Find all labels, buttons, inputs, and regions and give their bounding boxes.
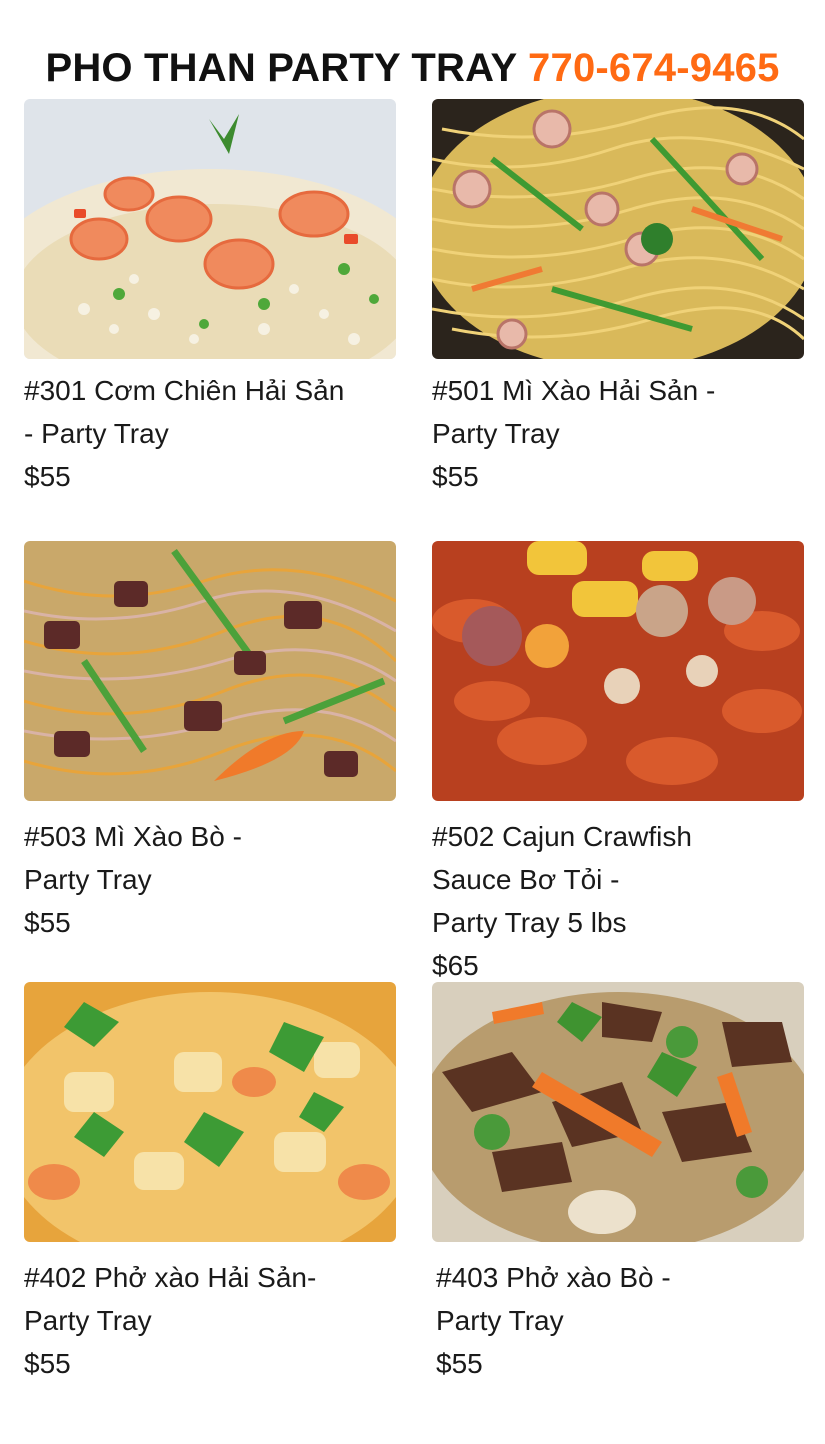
phone-number[interactable]: 770-674-9465	[528, 46, 780, 90]
item-name-line-2: - Party Tray	[24, 418, 169, 449]
item-name-line-2: Sauce Bơ Tỏi -	[432, 864, 620, 895]
menu-item-label: #503 Mì Xào Bò - Party Tray $55	[24, 815, 396, 944]
fried-rice-photo	[24, 99, 396, 359]
menu-item-label: #301 Cơm Chiên Hải Sản - Party Tray $55	[24, 369, 396, 498]
item-name-line-1: #501 Mì Xào Hải Sản -	[432, 375, 716, 406]
item-price: $55	[24, 1348, 71, 1379]
item-price: $55	[24, 907, 71, 938]
menu-item-501[interactable]: #501 Mì Xào Hải Sản - Party Tray $55	[432, 99, 804, 498]
menu-item-402[interactable]: #402 Phở xào Hải Sản- Party Tray $55	[24, 982, 396, 1385]
item-name-line-3: Party Tray 5 lbs	[432, 907, 627, 938]
menu-item-502[interactable]: #502 Cajun Crawfish Sauce Bơ Tỏi - Party…	[432, 541, 804, 987]
item-name-line-1: #502 Cajun Crawfish	[432, 821, 692, 852]
item-price: $55	[436, 1348, 483, 1379]
item-price: $55	[432, 461, 479, 492]
item-name-line-1: #403 Phở xào Bò -	[436, 1262, 671, 1293]
item-name-line-1: #402 Phở xào Hải Sản-	[24, 1262, 317, 1293]
item-name-line-2: Party Tray	[24, 1305, 152, 1336]
item-name-line-1: #301 Cơm Chiên Hải Sản	[24, 375, 345, 406]
menu-item-label: #403 Phở xào Bò - Party Tray $55	[432, 1256, 804, 1385]
item-price: $55	[24, 461, 71, 492]
cajun-crawfish-photo	[432, 541, 804, 801]
item-name-line-1: #503 Mì Xào Bò -	[24, 821, 242, 852]
menu-item-503[interactable]: #503 Mì Xào Bò - Party Tray $55	[24, 541, 396, 944]
seafood-noodles-photo	[432, 99, 804, 359]
beef-stirfry-photo	[432, 982, 804, 1242]
item-name-line-2: Party Tray	[436, 1305, 564, 1336]
beef-noodles-photo	[24, 541, 396, 801]
seafood-stirfry-photo	[24, 982, 396, 1242]
item-name-line-2: Party Tray	[24, 864, 152, 895]
page-header: PHO THAN PARTY TRAY 770-674-9465	[0, 46, 825, 91]
menu-item-301[interactable]: #301 Cơm Chiên Hải Sản - Party Tray $55	[24, 99, 396, 498]
menu-item-label: #502 Cajun Crawfish Sauce Bơ Tỏi - Party…	[432, 815, 804, 987]
item-name-line-2: Party Tray	[432, 418, 560, 449]
menu-item-label: #501 Mì Xào Hải Sản - Party Tray $55	[432, 369, 804, 498]
item-price: $65	[432, 950, 479, 981]
menu-item-403[interactable]: #403 Phở xào Bò - Party Tray $55	[432, 982, 804, 1385]
menu-item-label: #402 Phở xào Hải Sản- Party Tray $55	[24, 1256, 396, 1385]
page-title: PHO THAN PARTY TRAY	[45, 46, 517, 90]
